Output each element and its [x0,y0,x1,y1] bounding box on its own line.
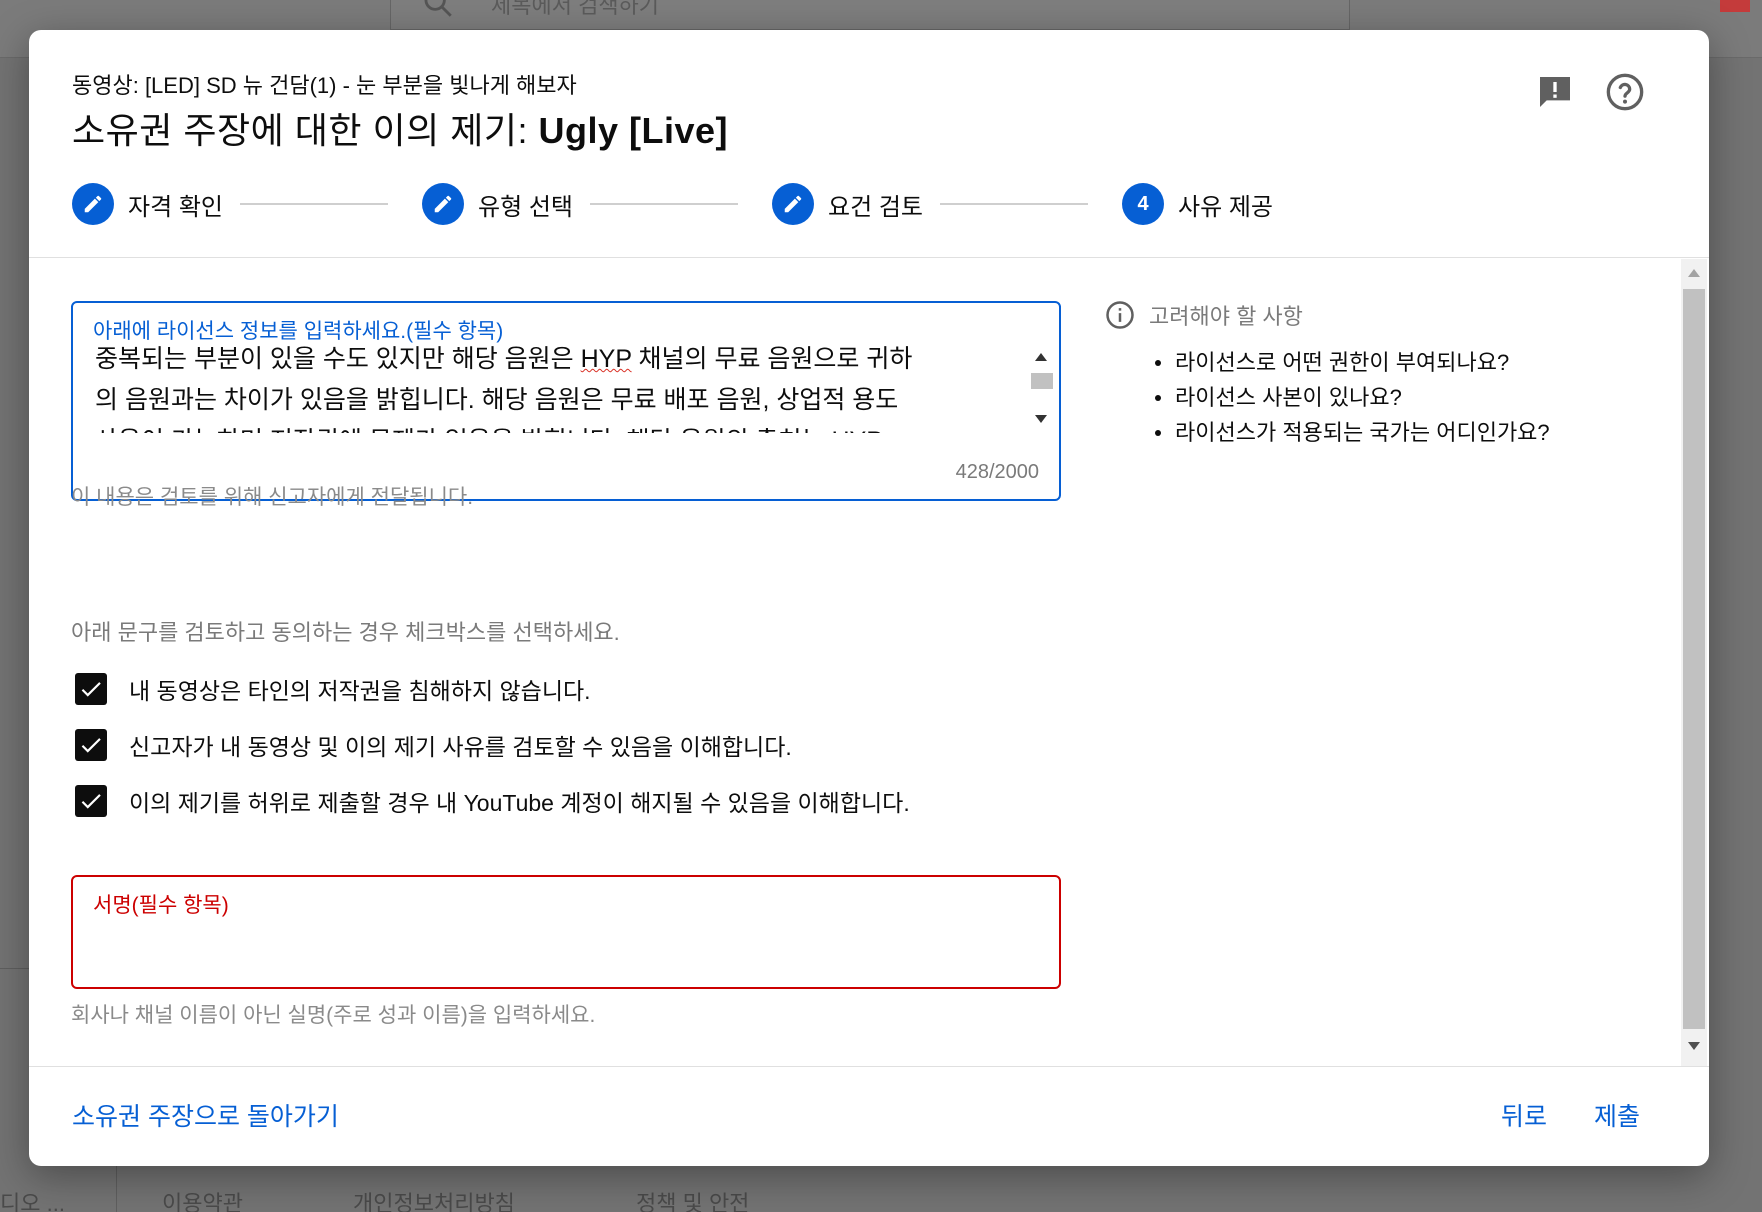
scroll-thumb[interactable] [1683,289,1705,1029]
textarea-scrollbar[interactable] [1029,347,1053,433]
text-segment-misspelled: HYP [580,345,632,373]
back-to-claim-button[interactable]: 소유권 주장으로 돌아가기 [72,1097,339,1133]
text-segment: 채널의 무료 음원으로 귀하 [631,345,913,373]
step-connector [590,203,738,205]
background-footer-link: 개인정보처리방침 [353,1191,515,1212]
text-segment: 의 음원과는 차이가 있음을 밝힙니다. 해당 음원은 무료 배포 음원, 상업… [95,386,899,414]
scroll-thumb[interactable] [1031,373,1053,389]
help-icon[interactable] [1601,68,1649,116]
search-icon [424,0,452,17]
submit-button[interactable]: 제출 [1594,1097,1640,1133]
background-left-truncated: 디오 ... [0,1191,65,1212]
feedback-icon[interactable] [1531,68,1579,116]
list-item: 라이선스가 적용되는 국가는 어디인가요? [1155,415,1665,450]
license-info-textarea[interactable]: 아래에 라이선스 정보를 입력하세요.(필수 항목) 중복되는 부분이 있을 수… [71,301,1061,501]
step-label: 유형 선택 [478,193,573,221]
info-icon [1106,301,1134,329]
check-icon [81,794,101,809]
stepper: 자격 확인 유형 선택 요건 검토 4 사유 제공 [72,182,1302,226]
check-icon [81,682,101,697]
background-footer: 디오 ... 이용약관 개인정보처리방침 정책 및 안전 [0,1172,1762,1212]
check-icon [81,738,101,753]
checkbox-label: 이의 제기를 허위로 제출할 경우 내 YouTube 계정이 해지될 수 있음… [129,790,910,816]
scroll-down-icon[interactable] [1688,1042,1700,1050]
considerations-heading-text: 고려해야 할 사항 [1149,304,1303,329]
scroll-down-icon[interactable] [1035,415,1047,423]
dialog-footer: 소유권 주장으로 돌아가기 뒤로 제출 [29,1066,1709,1166]
scroll-up-icon[interactable] [1688,269,1700,277]
checkbox-instructions: 아래 문구를 검토하고 동의하는 경우 체크박스를 선택하세요. [71,620,620,645]
dialog-title-asset: Ugly [Live] [538,110,728,151]
edit-icon [422,183,464,225]
checkbox-checked[interactable] [75,729,107,761]
background-footer-link: 정책 및 안전 [636,1191,750,1212]
step-eligibility[interactable]: 자격 확인 [72,182,223,226]
checkbox-label: 내 동영상은 타인의 저작권을 침해하지 않습니다. [129,678,591,704]
considerations-panel: 고려해야 할 사항 라이선스로 어떤 권한이 부여되나요? 라이선스 사본이 있… [1105,299,1665,450]
checkbox-label: 신고자가 내 동영상 및 이의 제기 사유를 검토할 수 있음을 이해합니다. [129,734,792,760]
agreement-checkbox-row[interactable]: 신고자가 내 동영상 및 이의 제기 사유를 검토할 수 있음을 이해합니다. [75,727,792,763]
video-subtitle: 동영상: [LED] SD 뉴 건담(1) - 눈 부분을 빛나게 해보자 [72,73,577,98]
signature-input[interactable]: 서명(필수 항목) [71,875,1061,989]
agreement-checkbox-row[interactable]: 이의 제기를 허위로 제출할 경우 내 YouTube 계정이 해지될 수 있음… [75,783,910,819]
background-divider [0,968,30,969]
signature-label: 서명(필수 항목) [93,894,229,917]
license-helper-text: 이 내용은 검토를 위해 신고자에게 전달됩니다. [71,486,474,509]
text-segment: 중복되는 부분이 있을 수도 있지만 해당 음원은 [95,345,581,373]
step-number: 4 [1122,183,1164,225]
step-provide-reason: 4 사유 제공 [1122,182,1273,226]
background-footer-link: 이용약관 [162,1191,243,1212]
dialog-title-prefix: 소유권 주장에 대한 이의 제기: [72,110,539,151]
dispute-dialog: 동영상: [LED] SD 뉴 건담(1) - 눈 부분을 빛나게 해보자 소유… [29,30,1709,1166]
edit-icon [72,183,114,225]
agreement-checkbox-row[interactable]: 내 동영상은 타인의 저작권을 침해하지 않습니다. [75,671,591,707]
dialog-body: 아래에 라이선스 정보를 입력하세요.(필수 항목) 중복되는 부분이 있을 수… [29,259,1709,1066]
step-requirements-review[interactable]: 요건 검토 [772,182,923,226]
step-label: 요건 검토 [828,193,923,221]
dialog-title: 소유권 주장에 대한 이의 제기: Ugly [Live] [72,102,728,154]
step-connector [240,203,388,205]
step-label: 사유 제공 [1178,193,1273,221]
list-item: 라이선스 사본이 있나요? [1155,380,1665,415]
list-item: 라이선스로 어떤 권한이 부여되나요? [1155,345,1665,380]
license-info-text[interactable]: 중복되는 부분이 있을 수도 있지만 해당 음원은 HYP 채널의 무료 음원으… [95,339,1015,433]
step-connector [940,203,1088,205]
character-counter: 428/2000 [955,461,1039,483]
considerations-heading: 고려해야 할 사항 [1105,299,1665,331]
back-button[interactable]: 뒤로 [1501,1097,1547,1133]
checkbox-checked[interactable] [75,785,107,817]
checkbox-checked[interactable] [75,673,107,705]
background-search-placeholder: 제목에서 검색하기 [491,0,660,18]
background-logo-icon [1720,0,1750,12]
dialog-scrollbar[interactable] [1681,259,1707,1066]
step-type-select[interactable]: 유형 선택 [422,182,573,226]
considerations-list: 라이선스로 어떤 권한이 부여되나요? 라이선스 사본이 있나요? 라이선스가 … [1155,345,1665,450]
text-segment: 사용이 가능하며 저작권에 문제가 없음을 밝힙니다. 해당 음원의 출처는 H… [95,421,1015,433]
edit-icon [772,183,814,225]
background-search-box: 제목에서 검색하기 [390,0,1350,30]
signature-helper-text: 회사나 채널 이름이 아닌 실명(주로 성과 이름)을 입력하세요. [71,1004,596,1027]
dialog-header: 동영상: [LED] SD 뉴 건담(1) - 눈 부분을 빛나게 해보자 소유… [29,30,1709,258]
step-label: 자격 확인 [128,193,223,221]
scroll-up-icon[interactable] [1035,353,1047,361]
